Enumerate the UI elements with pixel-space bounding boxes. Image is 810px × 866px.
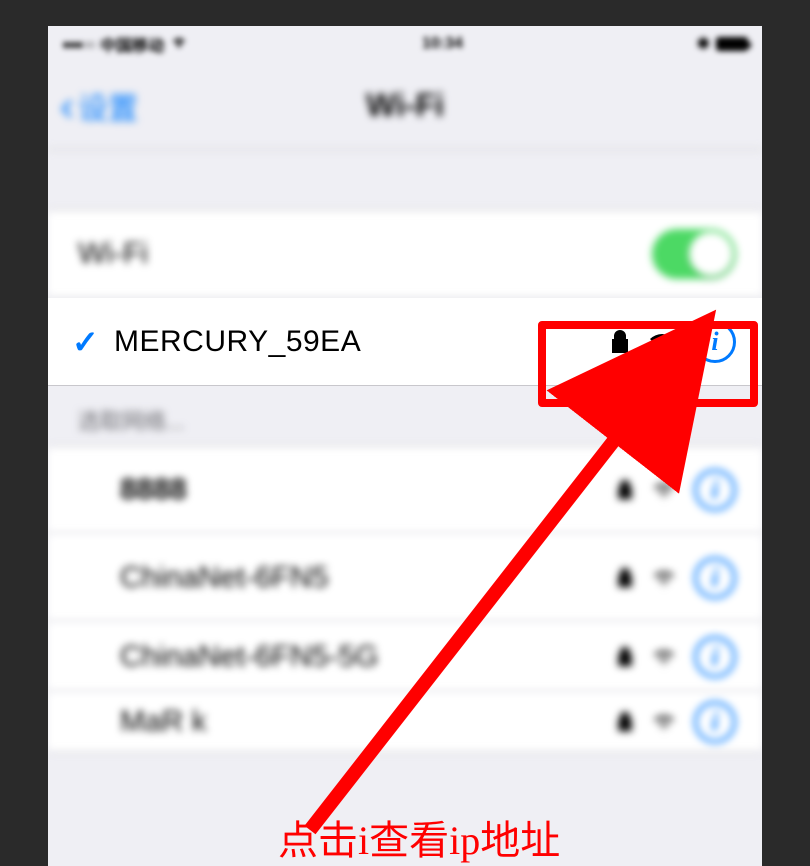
network-row[interactable]: MaR k i xyxy=(48,692,762,752)
wifi-signal-icon xyxy=(652,481,676,499)
status-bar: ●●●○○ 中国移动 10:34 ✱ xyxy=(48,26,762,62)
network-row[interactable]: ChinaNet-6FN5-5G i xyxy=(48,622,762,692)
status-time: 10:34 xyxy=(422,35,463,53)
phone-screen: ●●●○○ 中国移动 10:34 ✱ ‹ 设置 Wi-Fi Wi-Fi ✓ ME… xyxy=(48,26,762,866)
network-name: 8888 xyxy=(120,473,616,507)
network-name: ChinaNet-6FN5 xyxy=(120,561,616,595)
carrier-label: 中国移动 xyxy=(100,32,164,56)
wifi-signal-icon xyxy=(648,331,676,353)
wifi-status-icon xyxy=(170,35,188,54)
choose-network-header: 选取网络... xyxy=(48,386,762,446)
info-icon[interactable]: i xyxy=(694,557,736,599)
signal-dots-icon: ●●●○○ xyxy=(62,36,94,52)
lock-icon xyxy=(616,711,634,733)
chevron-left-icon: ‹ xyxy=(60,85,74,127)
network-row[interactable]: 8888 i xyxy=(48,446,762,534)
info-icon[interactable]: i xyxy=(694,469,736,511)
wifi-toggle[interactable] xyxy=(652,229,736,279)
lock-icon xyxy=(610,329,630,355)
network-name: MaR k xyxy=(120,705,616,739)
wifi-signal-icon xyxy=(652,648,676,666)
connected-network-name: MERCURY_59EA xyxy=(114,325,610,359)
nav-bar: ‹ 设置 Wi-Fi xyxy=(48,62,762,150)
connected-network-row[interactable]: ✓ MERCURY_59EA i xyxy=(48,298,762,386)
network-row[interactable]: ChinaNet-6FN5 i xyxy=(48,534,762,622)
checkmark-icon: ✓ xyxy=(72,323,114,361)
wifi-toggle-label: Wi-Fi xyxy=(78,237,652,271)
bluetooth-icon: ✱ xyxy=(697,34,710,54)
back-label: 设置 xyxy=(78,84,138,128)
info-icon[interactable]: i xyxy=(694,701,736,743)
back-button[interactable]: ‹ 设置 xyxy=(60,84,138,128)
network-name: ChinaNet-6FN5-5G xyxy=(120,640,616,674)
battery-icon xyxy=(716,37,748,51)
info-icon[interactable]: i xyxy=(694,321,736,363)
wifi-toggle-row: Wi-Fi xyxy=(48,210,762,298)
lock-icon xyxy=(616,567,634,589)
info-icon[interactable]: i xyxy=(694,636,736,678)
wifi-signal-icon xyxy=(652,713,676,731)
wifi-signal-icon xyxy=(652,569,676,587)
lock-icon xyxy=(616,646,634,668)
page-title: Wi-Fi xyxy=(366,87,444,124)
lock-icon xyxy=(616,479,634,501)
